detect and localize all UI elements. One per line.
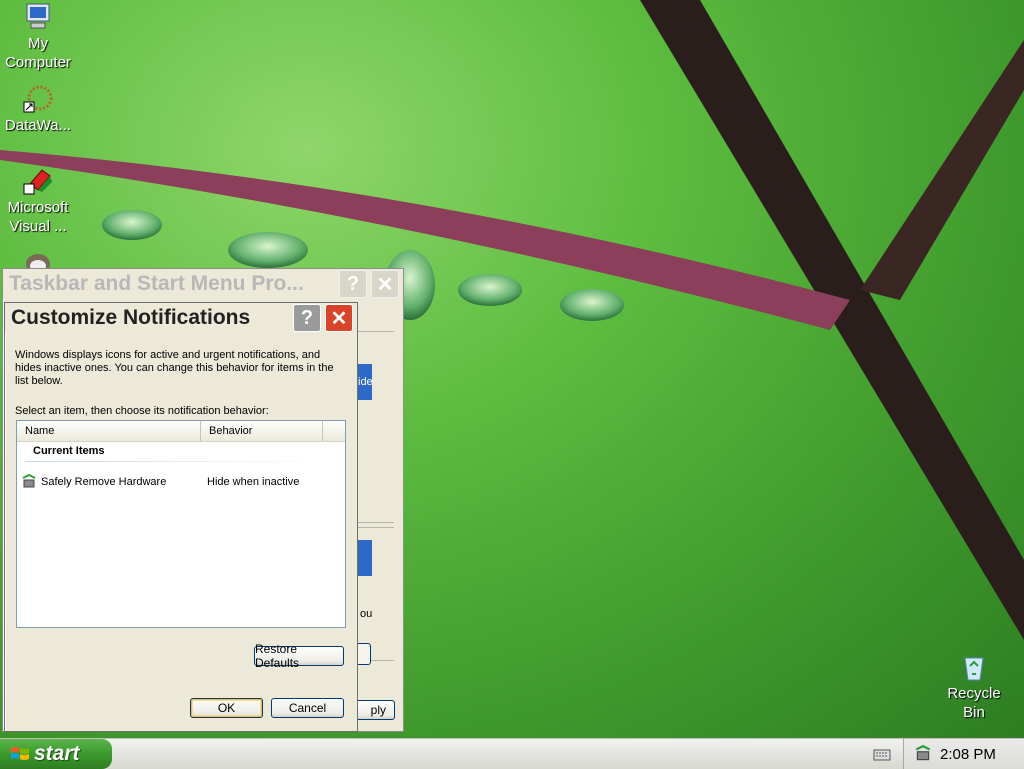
clock[interactable]: 2:08 PM xyxy=(940,746,996,763)
restore-defaults-button[interactable]: Restore Defaults xyxy=(254,642,344,670)
desktop: My Computer DataWa... Microsoft Visual .… xyxy=(0,0,1024,738)
start-button[interactable]: start xyxy=(0,739,112,769)
desktop-icon-label: My Computer xyxy=(5,35,71,71)
windows-logo-icon xyxy=(11,747,29,760)
fragment-text: ide xyxy=(358,376,373,388)
list-header: Name Behavior xyxy=(17,421,345,442)
customize-notifications-titlebar[interactable]: Customize Notifications ? ✕ xyxy=(5,303,357,333)
datawa-shortcut-icon xyxy=(23,85,53,113)
instruction-text: Select an item, then choose its notifica… xyxy=(15,405,269,417)
desktop-icon-my-computer[interactable]: My Computer xyxy=(0,2,76,72)
customize-notifications-dialog[interactable]: Customize Notifications ? ✕ Windows disp… xyxy=(4,302,358,732)
water-drop xyxy=(560,289,624,321)
water-drop xyxy=(102,210,162,240)
preview-selection: ide xyxy=(358,364,373,400)
system-tray: 2:08 PM xyxy=(903,739,1024,769)
desktop-icon-datawa[interactable]: DataWa... xyxy=(0,84,76,135)
desktop-icon-label: Recycle Bin xyxy=(947,685,1001,721)
taskbar: start 2:08 PM xyxy=(0,738,1024,769)
list-item[interactable]: Safely Remove Hardware Hide when inactiv… xyxy=(21,473,341,491)
desktop-icon-partial[interactable] xyxy=(0,248,76,270)
water-drop xyxy=(228,232,308,268)
desktop-icon-microsoft-visual[interactable]: Microsoft Visual ... xyxy=(0,166,76,236)
item-name: Safely Remove Hardware xyxy=(41,476,167,488)
column-header-behavior[interactable]: Behavior xyxy=(201,421,323,441)
keyboard-icon[interactable] xyxy=(873,746,891,762)
my-computer-icon xyxy=(26,3,50,29)
desktop-icon-label: DataWa... xyxy=(4,117,72,134)
desktop-icon-label: Microsoft Visual ... xyxy=(7,199,69,235)
dark-branch-upper xyxy=(860,40,1024,300)
safely-remove-hardware-icon xyxy=(22,474,36,488)
description-text: Windows displays icons for active and ur… xyxy=(15,349,334,387)
group-box: ou xyxy=(352,527,394,665)
item-behavior: Hide when inactive xyxy=(207,476,300,488)
column-header-name[interactable]: Name xyxy=(17,421,201,441)
notification-items-list[interactable]: Name Behavior Current Items Safely Remov… xyxy=(16,420,346,628)
cancel-button[interactable]: Cancel xyxy=(271,698,344,718)
water-drop xyxy=(458,274,522,306)
ok-button[interactable]: OK xyxy=(190,698,263,718)
recycle-bin-icon xyxy=(964,657,984,681)
safely-remove-hardware-tray-icon[interactable] xyxy=(914,745,932,763)
close-button[interactable]: ✕ xyxy=(371,270,399,298)
dialog-title: Customize Notifications xyxy=(11,306,251,329)
fragment-text: ou xyxy=(360,608,373,620)
help-button[interactable]: ? xyxy=(293,304,321,332)
window-title: Taskbar and Start Menu Pro... xyxy=(9,272,304,295)
group-header-current-items: Current Items xyxy=(33,445,105,457)
taskbar-properties-titlebar[interactable]: Taskbar and Start Menu Pro... ? ✕ xyxy=(3,269,403,299)
raccoon-icon xyxy=(26,254,50,270)
group-divider xyxy=(25,461,325,462)
start-label: start xyxy=(34,742,80,765)
group-box: ide xyxy=(357,331,394,523)
preview-selection xyxy=(358,540,372,576)
desktop-icon-recycle-bin[interactable]: Recycle Bin xyxy=(936,652,1012,722)
help-button[interactable]: ? xyxy=(339,270,367,298)
microsoft-visual-shortcut-icon xyxy=(23,169,52,195)
close-button[interactable]: ✕ xyxy=(325,304,353,332)
